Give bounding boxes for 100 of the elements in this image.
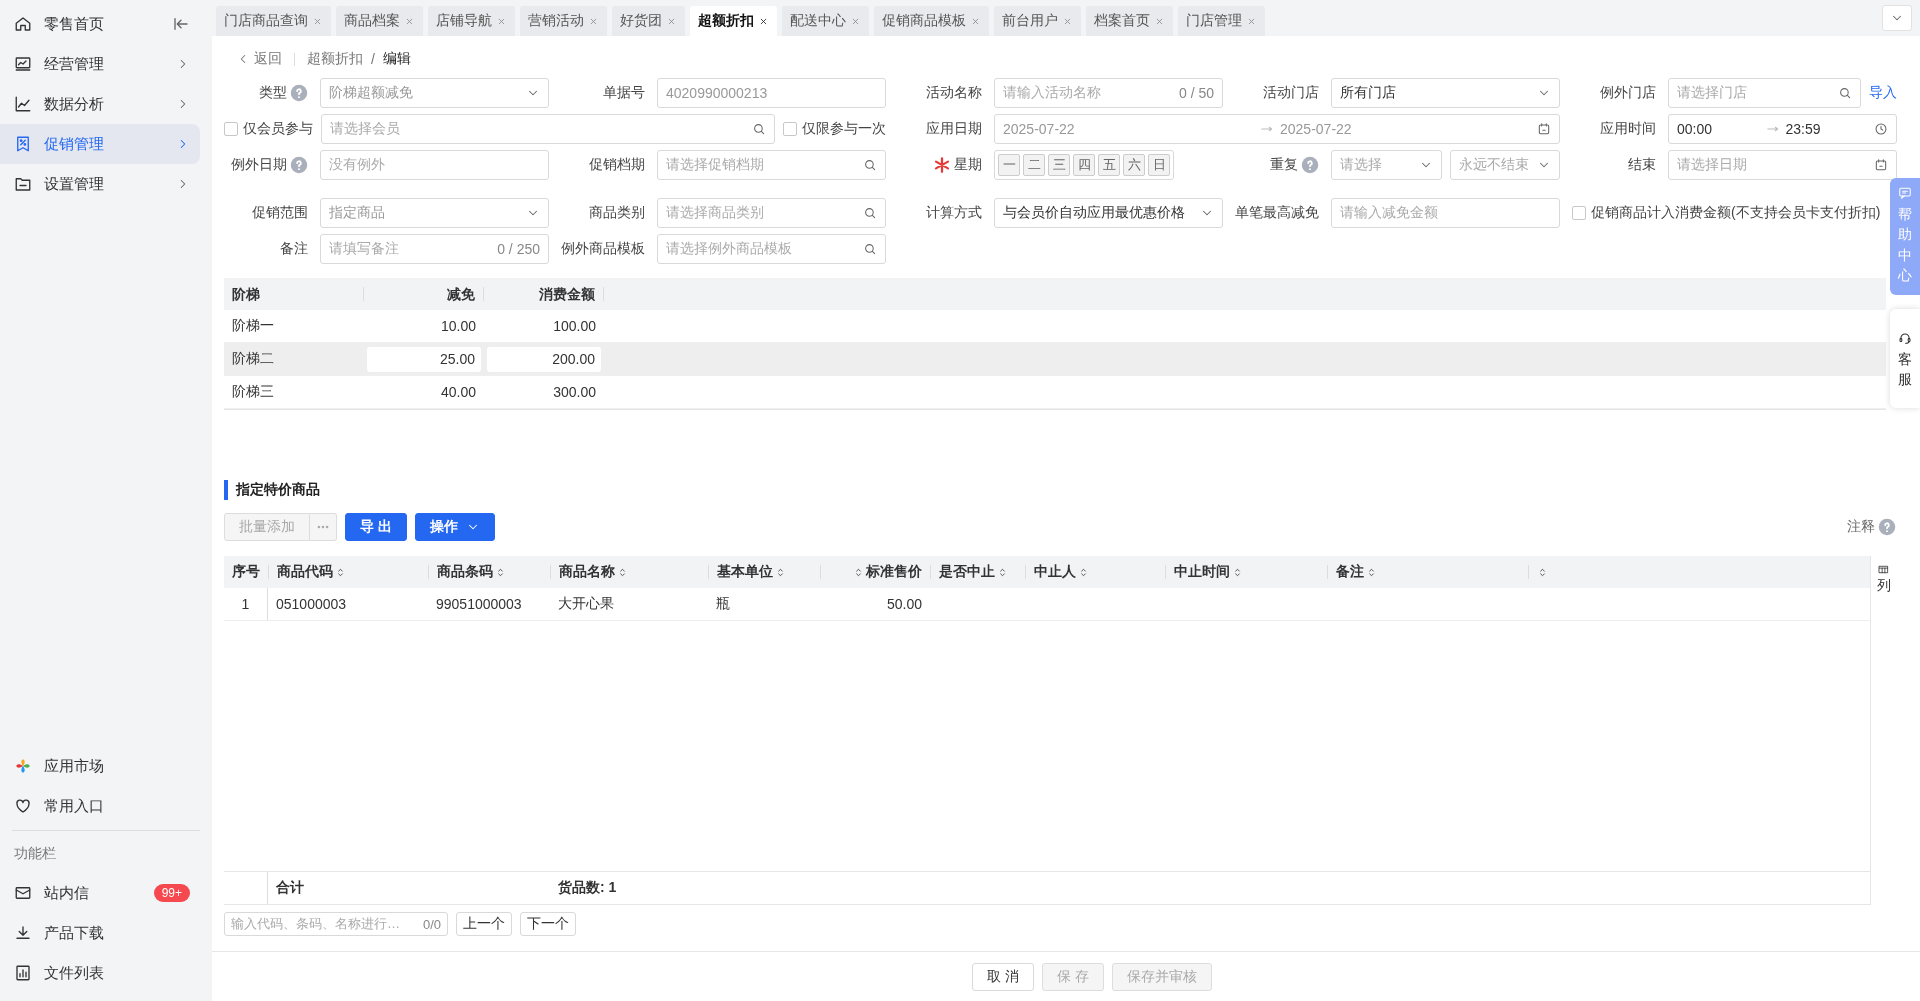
column-header[interactable]: 是否中止 — [930, 565, 1025, 579]
tab[interactable]: 店铺导航 — [428, 6, 515, 36]
tab[interactable]: 门店管理 — [1178, 6, 1265, 36]
search-icon — [1838, 86, 1852, 100]
checkbox[interactable] — [1572, 206, 1586, 220]
select-field[interactable]: 与会员价自动应用最优惠价格 — [994, 198, 1223, 228]
weekday-button[interactable]: 一 — [998, 154, 1020, 176]
export-button[interactable]: 导 出 — [345, 513, 407, 541]
collapse-icon[interactable] — [172, 15, 190, 33]
field-label: 备注 — [280, 240, 308, 258]
tab[interactable]: 前台用户 — [994, 6, 1081, 36]
column-header: 阶梯 — [224, 287, 364, 301]
tab[interactable]: 配送中心 — [782, 6, 869, 36]
column-header: 消费金额 — [484, 287, 604, 301]
column-header[interactable]: 序号 — [224, 565, 268, 579]
pager-button[interactable]: 上一个 — [456, 912, 512, 936]
action-button[interactable]: 取 消 — [972, 962, 1034, 991]
field-label: 活动门店 — [1263, 84, 1319, 102]
bookmark-icon — [14, 135, 32, 153]
sidebar-item[interactable]: 促销管理 — [0, 124, 200, 164]
field-label: 促销档期 — [589, 156, 645, 174]
count-badge: 99+ — [153, 884, 190, 902]
column-header[interactable]: 商品代码 — [268, 565, 428, 579]
sidebar-item[interactable]: 数据分析 — [0, 84, 200, 124]
column-header[interactable]: 商品条码 — [428, 565, 550, 579]
time-range-field[interactable]: 00:00 23:59 — [1668, 114, 1897, 144]
chat-icon — [1898, 186, 1912, 200]
weekday-button[interactable]: 五 — [1098, 154, 1120, 176]
amount-field[interactable]: 200.00 — [487, 346, 601, 372]
tab[interactable]: 门店商品查询 — [216, 6, 331, 36]
sidebar-item[interactable]: 产品下载 — [0, 913, 200, 953]
headset-icon — [1898, 331, 1912, 346]
breadcrumb-item[interactable]: 超额折扣 — [307, 50, 363, 68]
import-link[interactable]: 导入 — [1869, 84, 1897, 102]
field-label: 计算方式 — [926, 204, 982, 222]
select-field[interactable]: 所有门店 — [1331, 78, 1560, 108]
table-cell-text: 40.00 — [439, 384, 477, 400]
sidebar-item[interactable]: 常用入口 — [0, 786, 200, 826]
sidebar-item[interactable]: 文件列表 — [0, 953, 200, 993]
amount-field[interactable]: 25.00 — [367, 346, 481, 372]
column-header[interactable]: 中止时间 — [1165, 565, 1327, 579]
table-cell-text: 99051000003 — [435, 596, 523, 612]
actions-dropdown[interactable]: 操作 — [414, 513, 495, 541]
weekday-button[interactable]: 六 — [1123, 154, 1145, 176]
column-header: 减免 — [364, 287, 484, 301]
field-label: 应用日期 — [926, 120, 982, 138]
sidebar-item[interactable]: 站内信 99+ — [0, 873, 200, 913]
weekday-button[interactable]: 三 — [1048, 154, 1070, 176]
table-cell-text: 瓶 — [715, 595, 731, 613]
weekday-button[interactable]: 二 — [1023, 154, 1045, 176]
weekday-button[interactable]: 四 — [1073, 154, 1095, 176]
sidebar-item[interactable]: 设置管理 — [0, 164, 200, 204]
tab[interactable]: 商品档案 — [336, 6, 423, 36]
table-cell-text: 10.00 — [439, 318, 477, 334]
checkbox[interactable] — [783, 122, 797, 136]
search-field[interactable]: 输入代码、条码、名称进行… 0/0 — [224, 912, 448, 936]
sidebar-item[interactable]: 零售首页 — [0, 4, 200, 44]
folder-icon — [14, 175, 32, 193]
item-count: 货品数: 1 — [557, 879, 618, 897]
back-link[interactable]: 返回 — [236, 50, 282, 68]
tab[interactable]: 营销活动 — [520, 6, 607, 36]
column-header[interactable]: 标准售价 — [820, 565, 930, 579]
table-row[interactable]: 阶梯三 40.00 300.00 — [224, 376, 1886, 409]
tab[interactable]: 超额折扣 — [690, 6, 777, 36]
table-cell-text: 阶梯二 — [231, 350, 275, 368]
weekday-button[interactable]: 日 — [1148, 154, 1170, 176]
tab[interactable]: 好货团 — [612, 6, 685, 36]
checkbox-label: 仅限参与一次 — [802, 120, 886, 138]
checkbox[interactable] — [224, 122, 238, 136]
field-label: 重复 — [1270, 156, 1298, 174]
search-icon — [863, 242, 877, 256]
columns-icon — [1878, 564, 1889, 575]
download-icon — [14, 924, 32, 942]
monitor-icon — [14, 55, 32, 73]
section-title: 指定特价商品 — [224, 480, 1896, 500]
tab[interactable]: 档案首页 — [1086, 6, 1173, 36]
column-settings-button[interactable]: 列 — [1870, 556, 1896, 905]
input-field[interactable]: 请输入活动名称 0 / 50 — [994, 78, 1223, 108]
table-row[interactable]: 1 051000003 99051000003 大开心果 瓶 50.00 — [224, 588, 1870, 621]
customer-service-tab[interactable]: 客服 — [1890, 309, 1920, 408]
sidebar-item[interactable]: 经营管理 — [0, 44, 200, 84]
pinwheel-icon — [14, 757, 32, 775]
column-header[interactable]: 基本单位 — [708, 565, 820, 579]
table-row[interactable]: 阶梯二 25.00 200.00 — [224, 343, 1886, 376]
field-label: 活动名称 — [926, 84, 982, 102]
column-header[interactable]: 商品名称 — [550, 565, 708, 579]
tab-list-button[interactable] — [1882, 5, 1912, 31]
search-icon — [863, 206, 877, 220]
more-button[interactable] — [310, 513, 337, 541]
table-cell-text: 阶梯一 — [231, 317, 275, 335]
sidebar-item[interactable]: 应用市场 — [0, 746, 200, 786]
column-header[interactable]: 中止人 — [1025, 565, 1165, 579]
pager-button[interactable]: 下一个 — [520, 912, 576, 936]
checkbox-label: 仅会员参与 — [243, 120, 313, 138]
search-icon — [863, 158, 877, 172]
column-header[interactable]: 备注 — [1327, 565, 1528, 579]
input-field[interactable]: 请填写备注 0 / 250 — [320, 234, 549, 264]
heart-icon — [14, 797, 32, 815]
tab[interactable]: 促销商品模板 — [874, 6, 989, 36]
help-icon — [1878, 518, 1896, 536]
